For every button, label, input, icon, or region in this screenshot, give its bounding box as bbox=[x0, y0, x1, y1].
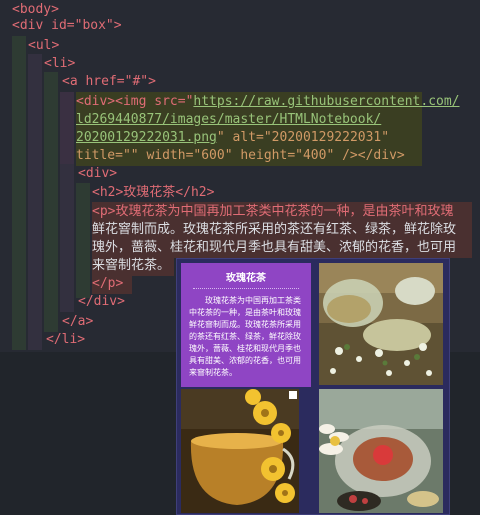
flower-tea-photo[interactable] bbox=[319, 389, 443, 513]
code-line: <ul> bbox=[0, 36, 480, 56]
code-line-p: 鲜花窨制而成。玫瑰花茶所采用的茶还有红茶、绿茶，鲜花除玫 bbox=[92, 220, 472, 240]
code-link-url-2[interactable]: ld269440877/images/master/HTMLNotebook/ bbox=[76, 112, 381, 127]
code-token-li-close: </li> bbox=[46, 332, 86, 347]
chrysanthemum-tea-photo[interactable] bbox=[181, 389, 299, 513]
code-token-a-close: </a> bbox=[62, 314, 94, 329]
code-line: <li> bbox=[0, 54, 480, 74]
preview-card-text[interactable]: 玫瑰花茶 玫瑰花茶为中国再加工茶类中花茶的一种，是由茶叶和玫瑰鲜花窨制而成。玫瑰… bbox=[181, 263, 311, 387]
code-link-url-1[interactable]: https://raw.githubusercontent.com/ bbox=[193, 94, 459, 109]
code-token-div-box: <div id="box"> bbox=[12, 18, 122, 33]
code-token-p-2: 鲜花窨制而成。玫瑰花茶所采用的茶还有红茶、绿茶，鲜花除玫 bbox=[92, 222, 457, 237]
code-token-img-attrs: title="" width="600" height="400" /></di… bbox=[76, 148, 405, 163]
code-line-img: <div><img src="https://raw.githubusercon… bbox=[76, 92, 460, 112]
code-token-div-close: </div> bbox=[78, 294, 125, 309]
code-line-p: <p>玫瑰花茶为中国再加工茶类中花茶的一种，是由茶叶和玫瑰 bbox=[92, 202, 472, 222]
code-token-div: <div> bbox=[78, 166, 118, 181]
code-token-ul: <ul> bbox=[28, 38, 60, 53]
preview-card-paragraph: 玫瑰花茶为中国再加工茶类中花茶的一种，是由茶叶和玫瑰鲜花窨制而成。玫瑰花茶所采用… bbox=[189, 296, 301, 377]
code-token-img-open: <div><img src=" bbox=[76, 94, 194, 109]
preview-card-title: 玫瑰花茶 bbox=[226, 273, 266, 284]
code-token-alt: " alt="20200129222031" bbox=[216, 130, 390, 145]
code-link-url-3[interactable]: 20200129222031.png bbox=[76, 130, 217, 145]
preview-card-divider bbox=[193, 288, 299, 289]
code-line-img: 20200129222031.png" alt="20200129222031" bbox=[76, 128, 422, 148]
code-line-img: title="" width="600" height="400" /></di… bbox=[76, 146, 422, 166]
jasmine-tea-photo[interactable] bbox=[319, 263, 443, 385]
code-token-p-4: 来窨制花茶。 bbox=[92, 258, 171, 273]
code-line: <a href="#"> bbox=[0, 72, 480, 92]
code-token-h2: <h2>玫瑰花茶</h2> bbox=[92, 185, 215, 200]
code-token-p-3: 瑰外，蔷薇、桂花和现代月季也具有甜美、浓郁的花香，也可用 bbox=[92, 240, 457, 255]
code-line: <div> bbox=[0, 164, 480, 184]
code-line: <h2>玫瑰花茶</h2> bbox=[0, 183, 480, 203]
code-token-li: <li> bbox=[44, 56, 76, 71]
code-line-p: 瑰外，蔷薇、桂花和现代月季也具有甜美、浓郁的花香，也可用 bbox=[92, 238, 472, 258]
code-token-p-close: </p> bbox=[92, 276, 124, 291]
code-line: </p> bbox=[92, 274, 132, 294]
code-token-a: <a href="#"> bbox=[62, 74, 156, 89]
preview-window[interactable]: 玫瑰花茶 玫瑰花茶为中国再加工茶类中花茶的一种，是由茶叶和玫瑰鲜花窨制而成。玫瑰… bbox=[176, 258, 450, 515]
code-token-p-1: <p>玫瑰花茶为中国再加工茶类中花茶的一种，是由茶叶和玫瑰 bbox=[92, 204, 454, 219]
code-line-img: ld269440877/images/master/HTMLNotebook/ bbox=[76, 110, 422, 130]
code-line-p: 来窨制花茶。 bbox=[92, 256, 174, 276]
